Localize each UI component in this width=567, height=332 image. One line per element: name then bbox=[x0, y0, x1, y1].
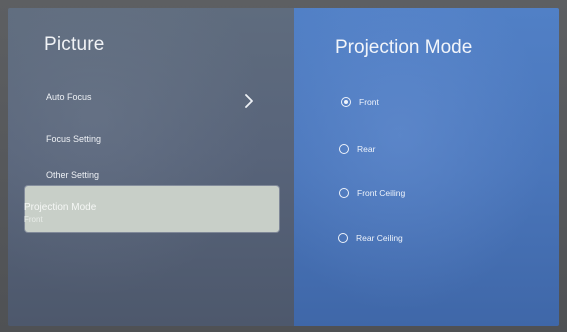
option-front[interactable]: Front bbox=[341, 97, 379, 107]
radio-icon bbox=[341, 97, 351, 107]
option-rear-ceiling[interactable]: Rear Ceiling bbox=[338, 233, 403, 243]
menu-item-auto-focus[interactable]: Auto Focus bbox=[46, 92, 92, 102]
radio-icon bbox=[339, 188, 349, 198]
menu-title: Picture bbox=[44, 34, 105, 55]
menu-item-focus-setting[interactable]: Focus Setting bbox=[46, 134, 101, 144]
option-rear[interactable]: Rear bbox=[339, 144, 375, 154]
radio-icon bbox=[338, 233, 348, 243]
chevron-right-icon bbox=[245, 94, 253, 108]
menu-item-other-setting[interactable]: Other Setting bbox=[46, 170, 99, 180]
menu-item-label: Auto Focus bbox=[46, 92, 92, 102]
option-label: Rear Ceiling bbox=[356, 233, 403, 243]
option-label: Rear bbox=[357, 144, 376, 154]
option-label: Front bbox=[359, 97, 379, 107]
menu-item-label: Focus Setting bbox=[46, 134, 102, 144]
projection-mode-label: Projection Mode bbox=[24, 202, 97, 213]
panel-title: Projection Mode bbox=[335, 37, 473, 58]
option-front-ceiling[interactable]: Front Ceiling bbox=[339, 188, 405, 198]
settings-menu-panel: Picture Auto Focus Focus Setting Other S… bbox=[8, 8, 294, 326]
projection-mode-panel: Projection Mode Front Rear Front Ceiling… bbox=[294, 8, 559, 326]
option-label: Front Ceiling bbox=[357, 188, 406, 198]
radio-icon bbox=[339, 144, 349, 154]
projector-settings-screen: Picture Auto Focus Focus Setting Other S… bbox=[8, 8, 559, 326]
projection-mode-value: Front bbox=[24, 215, 43, 224]
menu-item-label: Other Setting bbox=[46, 170, 100, 180]
